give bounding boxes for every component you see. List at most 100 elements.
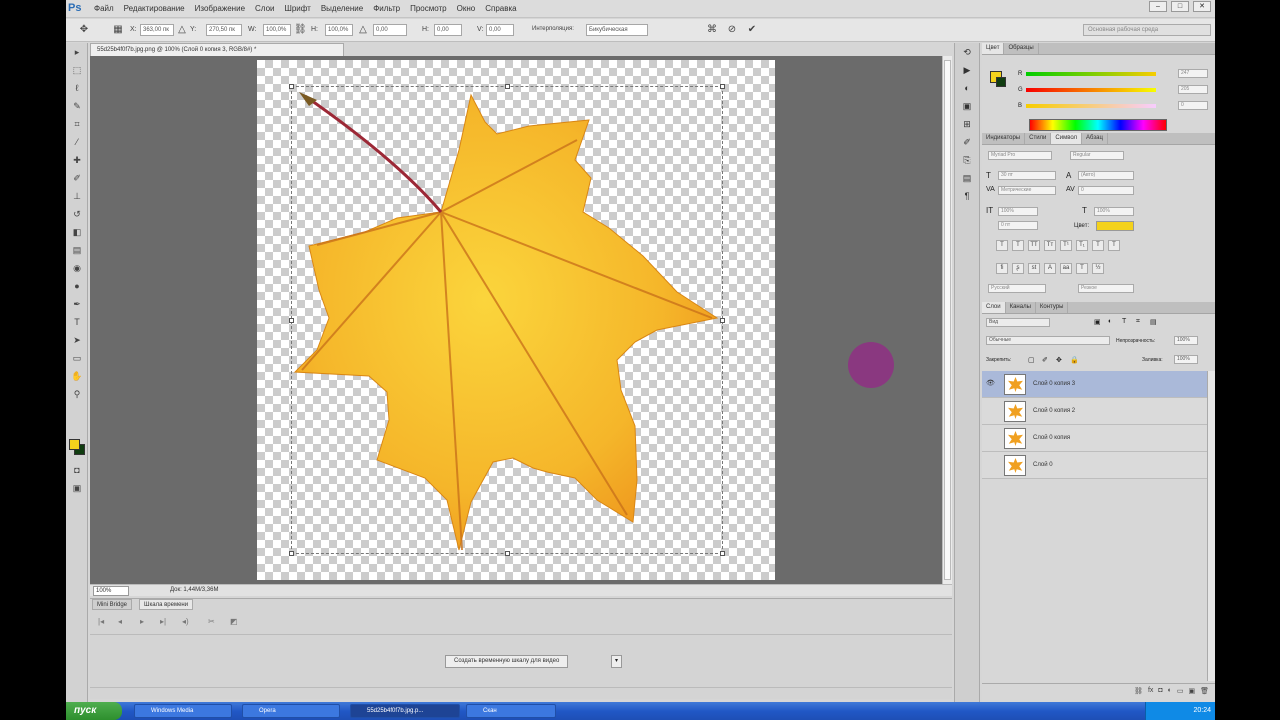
small-caps-icon[interactable]: Tт (1044, 240, 1056, 251)
superscript-icon[interactable]: T¹ (1060, 240, 1072, 251)
strikethrough-icon[interactable]: T (1108, 240, 1120, 251)
font-size-field[interactable]: 30 пт (998, 171, 1056, 180)
delta-icon[interactable]: △ (176, 24, 188, 36)
hand-tool-icon[interactable]: ✋ (66, 367, 88, 385)
workspace-switcher[interactable]: Основная рабочая среда (1083, 24, 1211, 36)
next-frame-icon[interactable]: ▸| (160, 617, 166, 626)
dodge-tool-icon[interactable]: ● (66, 277, 88, 295)
visibility-toggle-icon[interactable] (986, 460, 996, 470)
paragraph-styles-icon[interactable]: ¶ (955, 187, 979, 205)
angle-field[interactable]: 0,00 (373, 24, 407, 36)
menu-help[interactable]: Справка (485, 4, 516, 13)
tab-character[interactable]: Символ (1051, 133, 1083, 144)
color-spectrum[interactable] (1029, 119, 1167, 131)
menu-select[interactable]: Выделение (321, 4, 363, 13)
lock-transparent-icon[interactable]: ▢ (1028, 356, 1035, 364)
tab-paragraph[interactable]: Абзац (1082, 133, 1108, 144)
layer-row[interactable]: Слой 0 (982, 452, 1207, 479)
layer-row[interactable]: Слой 0 копия (982, 425, 1207, 452)
add-mask-icon[interactable]: ◘ (1158, 687, 1162, 696)
r-value[interactable]: 247 (1178, 69, 1208, 78)
create-timeline-button[interactable]: Создать временную шкалу для видео (445, 655, 569, 668)
hskew-field[interactable]: 0,00 (434, 24, 462, 36)
blur-tool-icon[interactable]: ◉ (66, 259, 88, 277)
subscript-icon[interactable]: T₁ (1076, 240, 1088, 251)
filter-shape-icon[interactable]: ⌗ (1136, 318, 1140, 326)
first-frame-icon[interactable]: |◂ (98, 617, 104, 626)
tab-swatches[interactable]: Образцы (1004, 43, 1039, 54)
menu-type[interactable]: Шрифт (284, 4, 310, 13)
close-icon[interactable]: ✕ (1193, 1, 1211, 12)
transition-icon[interactable]: ◩ (230, 617, 238, 626)
vscale-field[interactable]: 100% (998, 207, 1038, 216)
quick-mask-icon[interactable]: ◘ (66, 461, 88, 479)
transform-handle[interactable] (289, 84, 294, 89)
baseline-field[interactable]: 0 пт (998, 221, 1038, 230)
transform-handle[interactable] (720, 84, 725, 89)
zoom-field[interactable]: 100% (93, 586, 129, 596)
audio-icon[interactable]: ◂) (182, 617, 189, 626)
warp-icon[interactable]: ⌘ (706, 24, 718, 36)
layer-row[interactable]: 👁 Слой 0 копия 3 (982, 371, 1207, 398)
new-group-icon[interactable]: ▭ (1177, 687, 1184, 696)
transform-handle[interactable] (289, 318, 294, 323)
tab-info[interactable]: Индикаторы (982, 133, 1026, 144)
font-style-select[interactable]: Regular (1070, 151, 1124, 160)
underline-icon[interactable]: T (1092, 240, 1104, 251)
kerning-field[interactable]: Метрические (998, 186, 1056, 195)
stylistic-icon[interactable]: T (1076, 263, 1088, 274)
split-icon[interactable]: ✂ (208, 617, 215, 626)
cancel-transform-icon[interactable]: ⊘ (726, 24, 738, 36)
shape-tool-icon[interactable]: ▭ (66, 349, 88, 367)
menu-filter[interactable]: Фильтр (373, 4, 400, 13)
transform-handle[interactable] (720, 318, 725, 323)
history-icon[interactable]: ⟲ (955, 43, 979, 61)
menu-file[interactable]: Файл (94, 4, 114, 13)
new-layer-icon[interactable]: ▣ (1188, 687, 1195, 696)
delete-layer-icon[interactable]: 🗑 (1200, 687, 1209, 696)
actions-icon[interactable]: ▶ (955, 61, 979, 79)
visibility-toggle-icon[interactable] (986, 406, 996, 416)
reference-point-icon[interactable]: ▦ (112, 24, 124, 36)
path-select-tool-icon[interactable]: ➤ (66, 331, 88, 349)
vertical-scrollbar[interactable] (942, 56, 952, 584)
rotate-icon[interactable]: △ (357, 24, 369, 36)
healing-tool-icon[interactable]: ✚ (66, 151, 88, 169)
link-layers-icon[interactable]: ⛓ (1134, 687, 1143, 696)
clone-source-icon[interactable]: ⎘ (955, 151, 979, 169)
tab-color[interactable]: Цвет (982, 43, 1005, 54)
menu-view[interactable]: Просмотр (410, 4, 447, 13)
language-select[interactable]: Русский (988, 284, 1046, 293)
transform-handle[interactable] (505, 551, 510, 556)
faux-bold-icon[interactable]: T (996, 240, 1008, 251)
visibility-toggle-icon[interactable] (986, 433, 996, 443)
clock[interactable]: 20:24 (1193, 707, 1211, 714)
screen-mode-icon[interactable]: ▣ (66, 479, 88, 497)
adjustments-icon[interactable]: ◐ (955, 79, 979, 97)
layer-style-icon[interactable]: fx (1148, 687, 1153, 696)
faux-italic-icon[interactable]: T (1012, 240, 1024, 251)
transform-handle[interactable] (505, 84, 510, 89)
type-tool-icon[interactable]: T (66, 313, 88, 331)
filter-smart-icon[interactable]: ▤ (1150, 318, 1157, 326)
play-icon[interactable]: ▸ (140, 617, 144, 626)
filter-type-icon[interactable]: T (1122, 318, 1126, 325)
app-logo[interactable]: Ps (68, 2, 84, 16)
lock-position-icon[interactable]: ✥ (1056, 356, 1062, 364)
foreground-color-swatch[interactable] (69, 439, 80, 450)
font-family-select[interactable]: Myriad Pro (988, 151, 1052, 160)
navigator-icon[interactable]: ⊞ (955, 115, 979, 133)
tab-channels[interactable]: Каналы (1006, 302, 1036, 313)
document-tab[interactable]: 55d25b4f0f7b.jpg.png @ 100% (Слой 0 копи… (90, 43, 344, 56)
layer-row[interactable]: Слой 0 копия 2 (982, 398, 1207, 425)
opacity-field[interactable]: 100% (1174, 336, 1198, 345)
layer-filter-select[interactable]: Вид (986, 318, 1050, 327)
prev-frame-icon[interactable]: ◂ (118, 617, 122, 626)
vskew-field[interactable]: 0,00 (486, 24, 514, 36)
blend-mode-select[interactable]: Обычные (986, 336, 1110, 345)
interpolation-select[interactable]: Бикубическая (586, 24, 648, 36)
filter-adjust-icon[interactable]: ◐ (1108, 318, 1112, 325)
brush-presets-icon[interactable]: ✐ (955, 133, 979, 151)
tracking-field[interactable]: 0 (1078, 186, 1134, 195)
link-icon[interactable]: ⛓ (294, 24, 307, 36)
